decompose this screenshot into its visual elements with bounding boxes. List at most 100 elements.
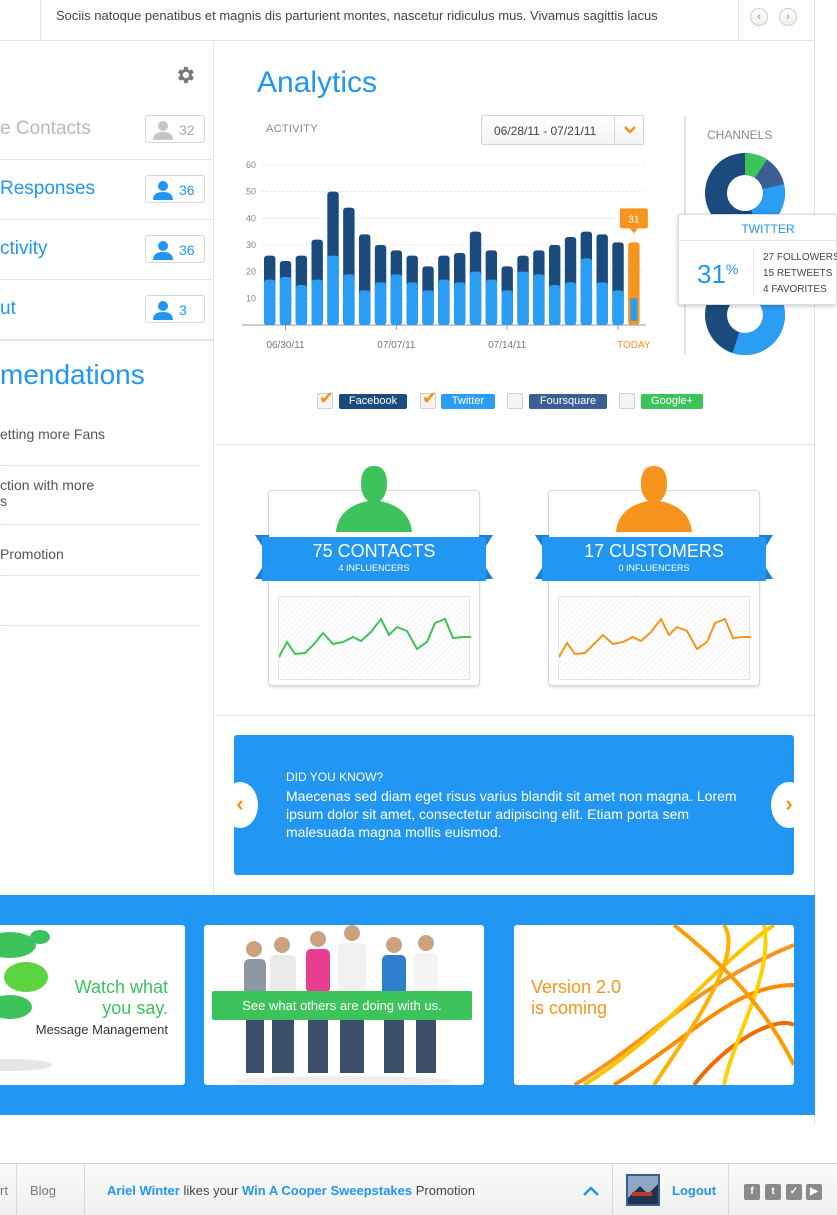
- page-title: Analytics: [257, 66, 378, 99]
- ticker-text: Sociis natoque penatibus et magnis dis p…: [56, 8, 658, 23]
- sidebar-item-about[interactable]: ut 3: [0, 280, 213, 340]
- twitter-bar: [612, 290, 624, 325]
- legend-facebook: Facebook: [339, 394, 407, 409]
- sidebar-item-contacts[interactable]: e Contacts 32: [0, 100, 213, 160]
- twitter-bar: [311, 279, 323, 325]
- person-icon: [153, 301, 173, 320]
- sidebar-divider: [0, 340, 214, 341]
- ticker-next-button[interactable]: ›: [779, 8, 797, 26]
- x-tick-label: 06/30/11: [266, 340, 305, 351]
- ticker-prev-button[interactable]: ‹: [750, 8, 768, 26]
- x-tick-label: TODAY: [617, 340, 651, 351]
- foursquare-icon[interactable]: ✓: [786, 1184, 802, 1200]
- footer-divider: [612, 1164, 613, 1215]
- date-range-select[interactable]: 06/28/11 - 07/21/11: [481, 115, 644, 145]
- watch-heading: Watch what you say.: [74, 977, 168, 1018]
- contacts-count: 75 CONTACTS: [312, 541, 436, 561]
- promo-watch-card[interactable]: Watch what you say. Message Management: [0, 925, 185, 1085]
- popup-stat: 15 RETWEETS: [763, 268, 833, 279]
- customers-ribbon: 17 CUSTOMERS 0 INFLUENCERS: [542, 537, 766, 581]
- x-tick-label: 07/07/11: [377, 340, 416, 351]
- customers-sparkline: [558, 596, 751, 680]
- person-icon: [336, 466, 412, 532]
- twitter-bar: [533, 274, 545, 325]
- twitter-bar: [295, 285, 308, 325]
- popup-title: TWITTER: [741, 222, 795, 236]
- popup-divider: [753, 249, 754, 295]
- see-others-button[interactable]: See what others are doing with us.: [212, 991, 472, 1020]
- youtube-icon[interactable]: ▶: [806, 1184, 822, 1200]
- recommendations-title: mendations: [0, 359, 145, 390]
- avatar[interactable]: [626, 1174, 660, 1206]
- count-value: 3: [179, 302, 187, 318]
- sidebar-item-responses[interactable]: Responses 36: [0, 160, 213, 220]
- count-badge: 36: [145, 175, 205, 203]
- twitter-bar: [422, 290, 434, 325]
- footer-blog-link[interactable]: Blog: [30, 1183, 56, 1198]
- footer-link[interactable]: rt: [0, 1183, 8, 1198]
- twitter-bar: [374, 282, 387, 325]
- count-value: 36: [179, 182, 195, 198]
- count-badge: 36: [145, 235, 205, 263]
- sidebar: e Contacts 32 Responses 36 ctivity 36 ut: [0, 41, 214, 896]
- chevron-down-icon[interactable]: [614, 116, 644, 144]
- footer-divider: [728, 1164, 729, 1215]
- ticker-divider: [738, 0, 739, 41]
- twitter-checkbox[interactable]: [420, 388, 437, 409]
- sidebar-item-label: ut: [0, 298, 16, 319]
- y-tick-label: 60: [246, 160, 256, 170]
- facebook-icon[interactable]: f: [744, 1184, 760, 1200]
- promo-version-card[interactable]: Version 2.0 is coming: [514, 925, 794, 1085]
- chevron-up-icon[interactable]: [582, 1184, 600, 1198]
- value-label: 31: [628, 214, 640, 225]
- twitter-bar: [359, 290, 371, 325]
- date-range-value: 06/28/11 - 07/21/11: [494, 124, 597, 138]
- twitter-bar: [438, 279, 450, 325]
- recommendation-item[interactable]: ction with more s: [0, 477, 200, 525]
- popup-percent: 31%: [697, 259, 739, 289]
- twitter-bar: [390, 274, 403, 325]
- count-value: 36: [179, 242, 195, 258]
- activity-chart: 10 20 30 40 50 60 31 06/30/11 07/07/11 07/14/11 TO…: [242, 160, 651, 351]
- gear-icon[interactable]: [174, 64, 196, 86]
- popup-divider: [679, 240, 837, 241]
- count-value: 32: [179, 122, 195, 138]
- value-badge-pointer: [629, 228, 638, 234]
- footer-divider: [84, 1164, 85, 1215]
- sidebar-item-label: ctivity: [0, 238, 48, 259]
- x-tick-label: 07/14/11: [488, 340, 527, 351]
- dyk-prev-button[interactable]: ‹: [222, 782, 258, 828]
- twitter-bar: [501, 290, 513, 325]
- facebook-checkbox[interactable]: [317, 388, 334, 409]
- count-badge: 32: [145, 115, 205, 143]
- sidebar-item-label: Responses: [0, 178, 96, 199]
- recommendation-item[interactable]: etting more Fans: [0, 426, 200, 466]
- notification-text[interactable]: Ariel Winter likes your Win A Cooper Swe…: [107, 1183, 475, 1198]
- recommendation-label: Promotion: [0, 546, 64, 562]
- promo-people-card[interactable]: See what others are doing with us.: [204, 925, 484, 1085]
- person-icon: [153, 241, 173, 260]
- recommendation-item-empty: [0, 596, 200, 626]
- foursquare-checkbox[interactable]: [507, 393, 523, 409]
- popup-stat: 27 FOLLOWERS: [763, 252, 837, 263]
- dyk-next-button[interactable]: ›: [771, 782, 807, 828]
- popup-stat: 4 FAVORITES: [763, 284, 827, 295]
- channels-label: CHANNELS: [707, 128, 773, 142]
- news-ticker: Sociis natoque penatibus et magnis dis p…: [0, 0, 815, 41]
- person-icon: [153, 121, 173, 140]
- sidebar-item-activity[interactable]: ctivity 36: [0, 220, 213, 280]
- twitter-bar: [485, 279, 498, 325]
- recommendation-label: etting more Fans: [0, 426, 106, 442]
- y-tick-label: 40: [246, 213, 256, 223]
- count-badge: 3: [145, 295, 205, 323]
- y-tick-label: 10: [246, 293, 256, 303]
- recommendation-label: ction with more: [0, 477, 95, 493]
- recommendation-item[interactable]: Promotion: [0, 546, 200, 576]
- y-tick-label: 20: [246, 267, 256, 277]
- logout-link[interactable]: Logout: [672, 1183, 716, 1198]
- twitter-icon[interactable]: t: [765, 1184, 781, 1200]
- version-heading: Version 2.0 is coming: [531, 977, 622, 1018]
- customers-influencers: 0 INFLUENCERS: [618, 563, 690, 573]
- googleplus-checkbox[interactable]: [619, 393, 635, 409]
- twitter-popup: TWITTER 31% 27 FOLLOWERS 15 RETWEETS 4 F…: [678, 214, 837, 305]
